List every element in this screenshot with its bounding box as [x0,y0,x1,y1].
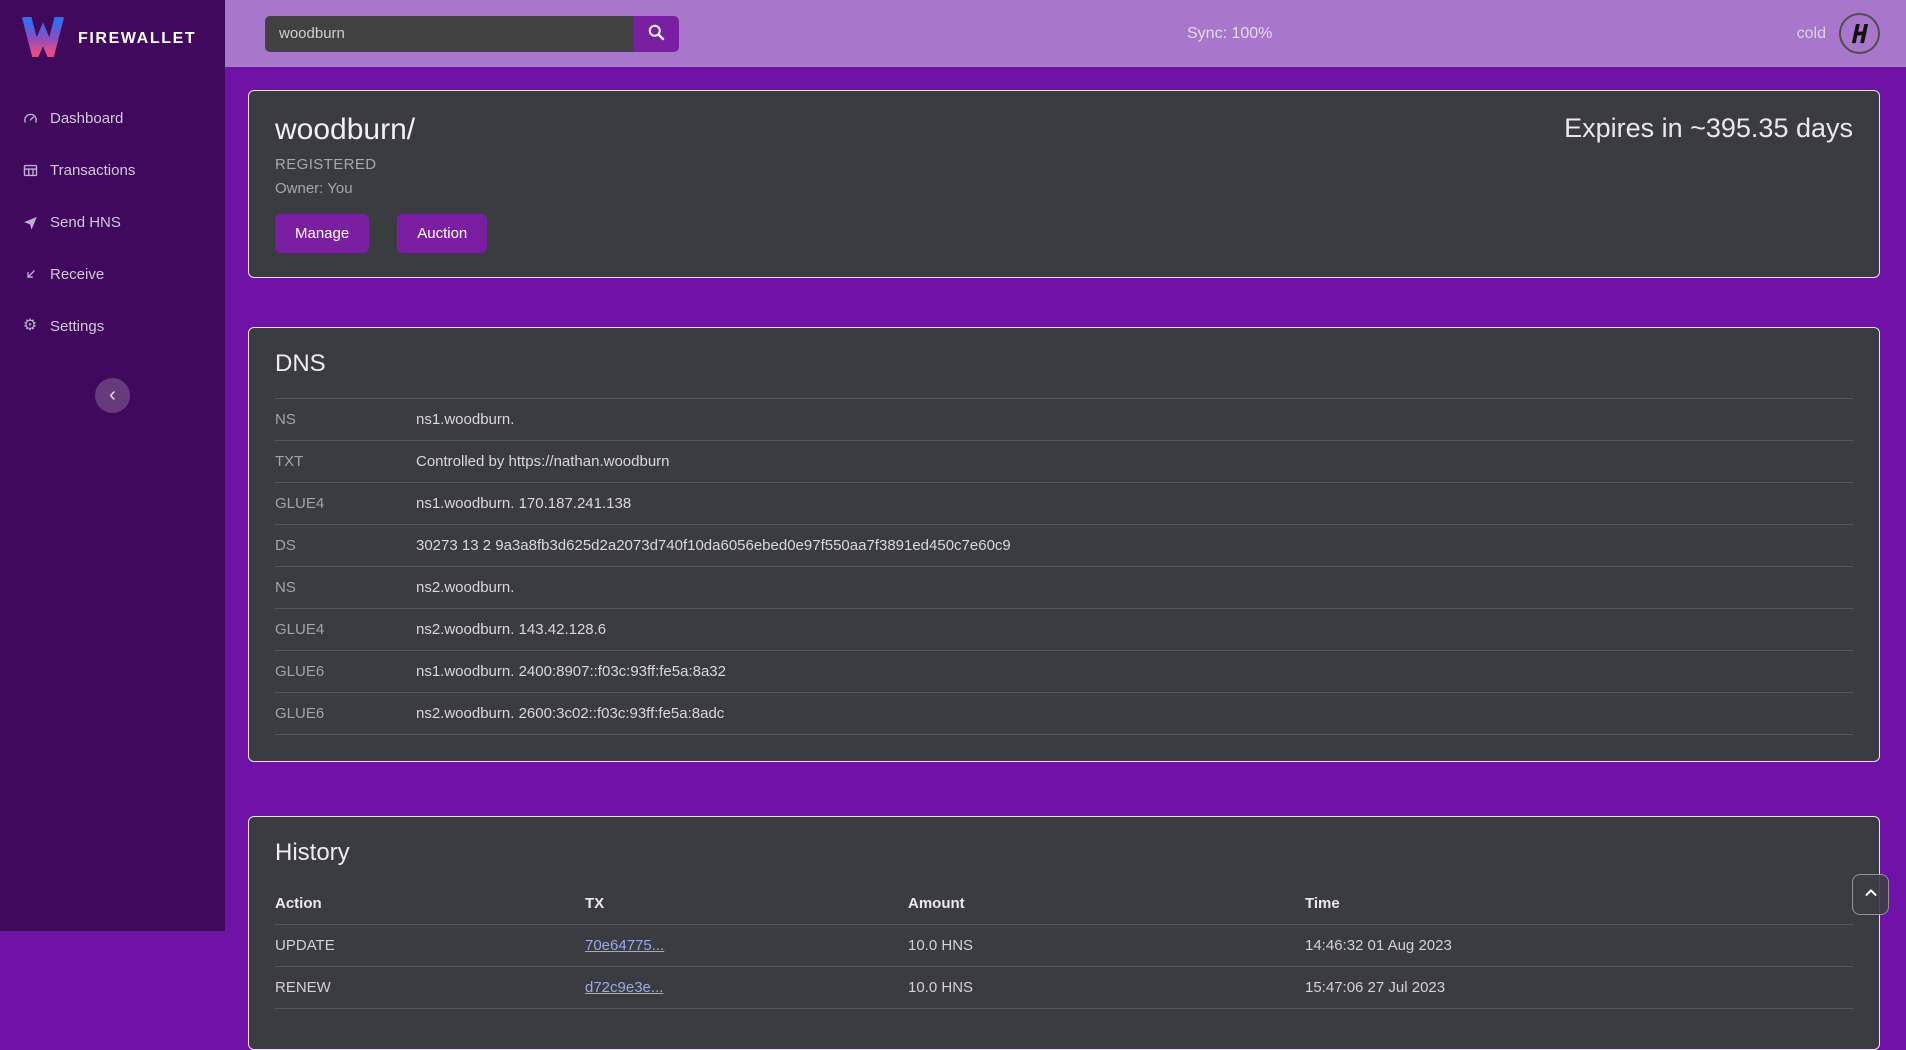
wallet-name-label: cold [1797,25,1826,43]
search-input[interactable] [265,16,633,52]
dns-record-row: GLUE6 ns2.woodburn. 2600:3c02::f03c:93ff… [275,692,1853,734]
history-action: RENEW [275,979,585,996]
history-amount: 10.0 HNS [908,937,1305,954]
domain-status: REGISTERED [275,156,1853,173]
wallet-group: cold [1797,13,1906,54]
send-icon [20,214,40,231]
dns-record-value: Controlled by https://nathan.woodburn [416,453,670,470]
expires-label: Expires in ~395.35 days [1564,113,1853,144]
dns-record-row: NS ns1.woodburn. [275,398,1853,440]
search-button[interactable] [633,16,679,52]
dns-record-value: 30273 13 2 9a3a8fb3d625d2a2073d740f10da6… [416,537,1011,554]
dns-record-value: ns2.woodburn. 143.42.128.6 [416,621,606,638]
brand-name: FIREWALLET [78,30,196,48]
sidebar-item-receive[interactable]: Receive [0,248,225,300]
dns-record-type: GLUE6 [275,705,416,722]
tx-link[interactable]: 70e64775... [585,937,664,954]
sidebar-item-transactions[interactable]: Transactions [0,144,225,196]
chevron-left-icon: ‹ [109,384,116,406]
table-icon [20,162,40,179]
column-header-time: Time [1305,895,1853,912]
column-header-amount: Amount [908,895,1305,912]
dns-record-value: ns1.woodburn. 2400:8907::f03c:93ff:fe5a:… [416,663,726,680]
dns-card: DNS NS ns1.woodburn. TXT Controlled by h… [248,327,1880,762]
dns-record-row: NS ns2.woodburn. [275,566,1853,608]
domain-actions: Manage Auction [275,214,1853,253]
sidebar-item-label: Transactions [50,162,135,179]
topbar: Sync: 100% cold [225,0,1906,67]
gear-icon: ⚙ [20,318,40,334]
sidebar-item-label: Dashboard [50,110,123,127]
dns-record-type: TXT [275,453,416,470]
dns-record-row: DS 30273 13 2 9a3a8fb3d625d2a2073d740f10… [275,524,1853,566]
column-header-action: Action [275,895,585,912]
column-header-tx: TX [585,895,908,912]
dns-record-type: GLUE4 [275,621,416,638]
sidebar-item-dashboard[interactable]: Dashboard [0,92,225,144]
history-header-row: Action TX Amount Time [275,883,1853,925]
sidebar-item-label: Send HNS [50,214,121,231]
sidebar: FIREWALLET Dashboard Transactions [0,0,225,931]
search-group [265,16,679,52]
history-card-title: History [275,839,1853,867]
dns-record-row: GLUE4 ns1.woodburn. 170.187.241.138 [275,482,1853,524]
dns-record-value: ns2.woodburn. 2600:3c02::f03c:93ff:fe5a:… [416,705,724,722]
dns-table: NS ns1.woodburn. TXT Controlled by https… [275,398,1853,735]
dns-card-title: DNS [275,350,1853,378]
history-amount: 10.0 HNS [908,979,1305,996]
history-card: History Action TX Amount Time UPDATE 70e… [248,816,1880,1050]
history-time: 14:46:32 01 Aug 2023 [1305,937,1853,954]
gauge-icon [20,110,40,127]
dns-record-row: GLUE6 ns1.woodburn. 2400:8907::f03c:93ff… [275,650,1853,692]
history-row: RENEW d72c9e3e... 10.0 HNS 15:47:06 27 J… [275,967,1853,1009]
dns-record-type: NS [275,411,416,428]
sidebar-item-label: Receive [50,266,104,283]
auction-button[interactable]: Auction [397,214,487,253]
dns-record-row: GLUE4 ns2.woodburn. 143.42.128.6 [275,608,1853,650]
main-content: woodburn/ REGISTERED Owner: You Manage A… [225,67,1906,931]
scroll-to-top-button[interactable] [1852,874,1889,915]
sidebar-nav: Dashboard Transactions Send HNS [0,92,225,352]
dns-record-type: GLUE4 [275,495,416,512]
domain-card: woodburn/ REGISTERED Owner: You Manage A… [248,90,1880,278]
dns-record-value: ns1.woodburn. [416,411,514,428]
history-action: UPDATE [275,937,585,954]
chevron-up-icon [1862,884,1880,905]
sidebar-item-settings[interactable]: ⚙ Settings [0,300,225,352]
brand[interactable]: FIREWALLET [0,0,225,66]
dns-record-type: NS [275,579,416,596]
handshake-logo-icon[interactable] [1839,13,1880,54]
sync-status: Sync: 100% [1187,25,1272,43]
history-table: Action TX Amount Time UPDATE 70e64775...… [275,883,1853,1009]
history-row: UPDATE 70e64775... 10.0 HNS 14:46:32 01 … [275,925,1853,967]
search-icon [646,22,666,45]
tx-link[interactable]: d72c9e3e... [585,979,663,996]
history-time: 15:47:06 27 Jul 2023 [1305,979,1853,996]
receive-icon [20,266,40,283]
domain-owner: Owner: You [275,180,1853,197]
manage-button[interactable]: Manage [275,214,369,253]
dns-record-value: ns2.woodburn. [416,579,514,596]
dns-record-type: GLUE6 [275,663,416,680]
sidebar-item-send-hns[interactable]: Send HNS [0,196,225,248]
sidebar-collapse-button[interactable]: ‹ [95,378,130,413]
history-tx-cell: 70e64775... [585,937,908,954]
history-tx-cell: d72c9e3e... [585,979,908,996]
firewallet-logo-icon [20,17,66,62]
sidebar-item-label: Settings [50,318,104,335]
dns-record-value: ns1.woodburn. 170.187.241.138 [416,495,631,512]
dns-record-type: DS [275,537,416,554]
dns-record-row: TXT Controlled by https://nathan.woodbur… [275,440,1853,482]
